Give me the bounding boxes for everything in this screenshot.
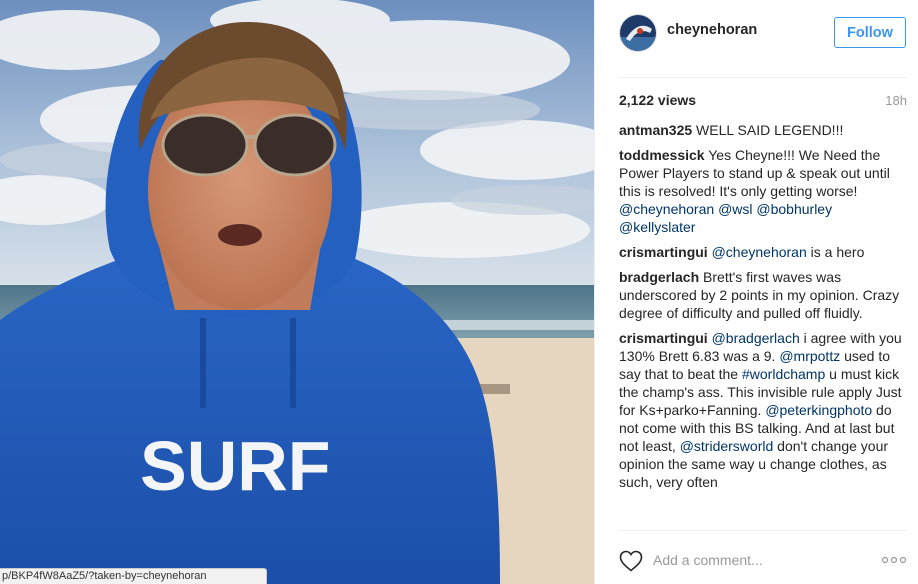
post-sidebar: cheynehoran Follow 2,122 views 18h antma… bbox=[594, 0, 918, 584]
comment-username[interactable]: bradgerlach bbox=[619, 269, 699, 285]
comment-item: crismartingui @cheynehoran is a hero bbox=[619, 243, 907, 261]
post-age[interactable]: 18h bbox=[885, 93, 907, 108]
comment-list: antman325 WELL SAID LEGEND!!! toddmessick… bbox=[619, 121, 907, 525]
comment-username[interactable]: crismartingui bbox=[619, 244, 708, 260]
comment-mention[interactable]: @cheynehoran bbox=[619, 201, 714, 217]
post-meta: 2,122 views 18h bbox=[619, 92, 907, 112]
view-count: 2,122 views bbox=[619, 92, 697, 108]
comment-text: is a hero bbox=[806, 244, 865, 260]
post-video[interactable]: SURF p/BKP4fW8AaZ5/?taken-by=cheynehoran bbox=[0, 0, 594, 584]
shirt-text: SURF bbox=[140, 427, 331, 505]
more-options-icon[interactable] bbox=[881, 554, 907, 566]
status-bar-url: p/BKP4fW8AaZ5/?taken-by=cheynehoran bbox=[0, 568, 267, 584]
username[interactable]: cheynehoran bbox=[667, 22, 757, 38]
comment-username[interactable]: toddmessick bbox=[619, 147, 705, 163]
comment-text: WELL SAID LEGEND!!! bbox=[696, 122, 844, 138]
comment-item: crismartingui @bradgerlach i agree with … bbox=[619, 329, 907, 491]
comment-mention[interactable]: @mrpottz bbox=[779, 348, 840, 364]
divider bbox=[619, 530, 907, 531]
comment-mention[interactable]: @cheynehoran bbox=[712, 244, 807, 260]
avatar-image bbox=[620, 15, 656, 51]
comment-mention[interactable]: @wsl bbox=[718, 201, 752, 217]
post-header: cheynehoran Follow bbox=[595, 0, 918, 66]
avatar[interactable] bbox=[619, 14, 657, 52]
divider bbox=[619, 77, 907, 78]
comment-mention[interactable]: @kellyslater bbox=[619, 219, 695, 235]
comment-mention[interactable]: #worldchamp bbox=[742, 366, 825, 382]
comment-username[interactable]: antman325 bbox=[619, 122, 692, 138]
comment-mention[interactable]: @peterkingphoto bbox=[765, 402, 872, 418]
comment-item: antman325 WELL SAID LEGEND!!! bbox=[619, 121, 907, 139]
comment-mention[interactable]: @bobhurley bbox=[756, 201, 832, 217]
heart-icon[interactable] bbox=[619, 550, 643, 572]
video-frame: SURF bbox=[0, 0, 594, 584]
comment-item: bradgerlach Brett's first waves was unde… bbox=[619, 268, 907, 322]
comment-username[interactable]: crismartingui bbox=[619, 330, 708, 346]
comment-item: toddmessick Yes Cheyne!!! We Need the Po… bbox=[619, 146, 907, 236]
comment-input[interactable] bbox=[653, 550, 868, 570]
comment-mention[interactable]: @stridersworld bbox=[680, 438, 774, 454]
comment-mention[interactable]: @bradgerlach bbox=[712, 330, 800, 346]
follow-button[interactable]: Follow bbox=[834, 17, 906, 48]
